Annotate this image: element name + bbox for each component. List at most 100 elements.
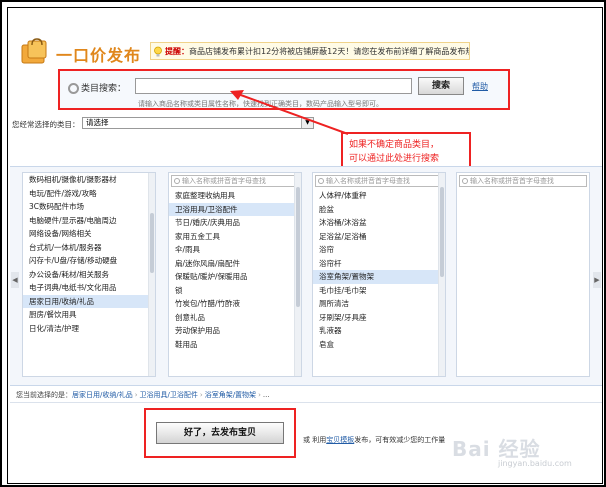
breadcrumb-item[interactable]: 浴室角架/置物架	[205, 391, 256, 399]
category-panel-level-3: 输入名称或拼音首字母查找 人体秤/体重秤▸脸盆▸沐浴桶/沐浴盆▸足浴盆/足浴桶▸…	[312, 172, 446, 377]
category-item-label: 创意礼品	[175, 312, 205, 322]
search-hint: 请输入商品名称或类目属性名称，快速找到正确类目，数码产品输入型号即可。	[138, 100, 383, 108]
category-item[interactable]: 浴帘▸	[313, 243, 445, 257]
category-item[interactable]: 浴室角架/置物架▸	[313, 270, 445, 284]
category-item-label: 办公设备/耗材/相关服务	[29, 269, 110, 279]
category-item-label: 电子词典/电纸书/文化用品	[29, 283, 117, 292]
category-item-label: 浴帘	[319, 245, 334, 254]
reminder-box: 提醒：商品店铺发布累计扣12分将被店铺屏蔽12天！请您在发布前详细了解商品发布规…	[150, 42, 470, 60]
category-search-bar: 类目搜索： 搜索 帮助 请输入商品名称或类目属性名称，快速找到正确类目，数码产品…	[58, 69, 510, 110]
category-filter-input[interactable]: 输入名称或拼音首字母查找	[459, 175, 587, 187]
category-item-label: 劳动保护用品	[175, 326, 220, 335]
watermark-text: Bai 经验	[452, 437, 541, 461]
scrollbar[interactable]	[294, 173, 301, 376]
scroll-left-arrow-icon[interactable]: ◀	[11, 272, 19, 288]
category-item[interactable]: 数码相机/摄像机/摄影器材▸	[23, 173, 155, 187]
category-item-label: 家庭整理收纳用具	[175, 191, 235, 200]
category-panel-level-1: 数码相机/摄像机/摄影器材▸电玩/配件/游戏/攻略▸3C数码配件市场▸电脑硬件/…	[22, 172, 156, 377]
template-note: 或 利用宝贝模板发布，可有效减少您的工作量	[303, 436, 446, 444]
category-search-input[interactable]	[135, 78, 412, 94]
annotation-line-2: 可以通过此处进行搜索	[349, 154, 440, 164]
category-item[interactable]: 厨房/餐饮用具▸	[23, 308, 155, 322]
category-item-label: 竹炭包/竹醋/竹酢液	[175, 299, 241, 308]
category-item[interactable]: 节日/婚庆/庆典用品▸	[169, 216, 301, 230]
category-item-label: 卫浴用具/卫浴配件	[175, 204, 238, 214]
category-item[interactable]: 电脑硬件/显示器/电脑周边▸	[23, 214, 155, 228]
publish-item-button[interactable]: 好了，去发布宝贝	[156, 422, 284, 444]
category-item[interactable]: 厕所清洁▸	[313, 297, 445, 311]
category-item[interactable]: 鞋用品▸	[169, 338, 301, 352]
category-filter-input[interactable]: 输入名称或拼音首字母查找	[315, 175, 443, 187]
category-item[interactable]: 居家日用/收纳/礼品▸	[23, 294, 155, 308]
scrollbar[interactable]	[438, 173, 445, 376]
category-item-label: 浴室角架/置物架	[319, 272, 375, 281]
category-item[interactable]: 浴帘杆▸	[313, 257, 445, 271]
category-item[interactable]: 锁▸	[169, 284, 301, 298]
category-item[interactable]: 沐浴桶/沐浴盆▸	[313, 216, 445, 230]
category-item[interactable]: 电玩/配件/游戏/攻略▸	[23, 187, 155, 201]
category-item-label: 居家日用/收纳/礼品	[29, 296, 95, 306]
category-item[interactable]: 扇/迷你风扇/扇配件▸	[169, 257, 301, 271]
category-item[interactable]: 台式机/一体机/服务器▸	[23, 241, 155, 255]
watermark-sub: jingyan.baidu.com	[498, 459, 572, 468]
category-item-label: 家用五金工具	[175, 231, 220, 241]
breadcrumb-separator: ›	[258, 391, 261, 399]
chevron-down-icon: ▼	[301, 118, 313, 128]
watermark: Bai 经验 jingyan.baidu.com	[448, 433, 598, 478]
category-filter-input[interactable]: 输入名称或拼音首字母查找	[171, 175, 299, 187]
category-item[interactable]: 网络设备/网络相关▸	[23, 227, 155, 241]
search-button[interactable]: 搜索	[418, 77, 464, 95]
category-item[interactable]: 毛巾挂/毛巾架▸	[313, 284, 445, 298]
category-item[interactable]: 日化/清洁/护理▸	[23, 322, 155, 336]
category-item[interactable]: 办公设备/耗材/相关服务▸	[23, 268, 155, 282]
category-panel-level-2: 输入名称或拼音首字母查找 家庭整理收纳用具▸卫浴用具/卫浴配件▸节日/婚庆/庆典…	[168, 172, 302, 377]
category-item[interactable]: 皂盒▸	[313, 338, 445, 352]
category-item-label: 浴帘杆	[319, 258, 342, 268]
category-item-label: 锁	[175, 285, 183, 295]
category-item[interactable]: 人体秤/体重秤▸	[313, 189, 445, 203]
category-item[interactable]: 闪存卡/U盘/存储/移动硬盘▸	[23, 254, 155, 268]
help-link[interactable]: 帮助	[472, 81, 488, 92]
category-panel-level-4: 输入名称或拼音首字母查找	[456, 172, 590, 377]
divider	[10, 402, 602, 403]
category-item[interactable]: 卫浴用具/卫浴配件▸	[169, 202, 301, 216]
category-item-label: 足浴盆/足浴桶	[319, 231, 367, 241]
breadcrumb-more: ...	[262, 391, 270, 399]
category-item-label: 沐浴桶/沐浴盆	[319, 218, 367, 227]
category-item[interactable]: 3C数码配件市场▸	[23, 200, 155, 214]
category-item-label: 厨房/餐饮用具	[29, 310, 77, 319]
category-item[interactable]: 乳液器▸	[313, 324, 445, 338]
category-item-label: 电玩/配件/游戏/攻略	[29, 188, 97, 198]
frequent-category-select[interactable]: 请选择 ▼	[82, 117, 314, 129]
category-list-level-1: 数码相机/摄像机/摄影器材▸电玩/配件/游戏/攻略▸3C数码配件市场▸电脑硬件/…	[23, 173, 155, 335]
breadcrumb-item[interactable]: 卫浴用具/卫浴配件	[140, 391, 198, 399]
category-item[interactable]: 竹炭包/竹醋/竹酢液▸	[169, 297, 301, 311]
annotation-callout: 如果不确定商品类目， 可以通过此处进行搜索	[341, 132, 471, 170]
category-item[interactable]: 伞/雨具▸	[169, 243, 301, 257]
page-title: 一口价发布	[56, 46, 142, 65]
reminder-label: 提醒：	[165, 47, 189, 56]
category-item-label: 节日/婚庆/庆典用品	[175, 218, 241, 227]
category-item[interactable]: 足浴盆/足浴桶▸	[313, 230, 445, 244]
category-item[interactable]: 家用五金工具▸	[169, 230, 301, 244]
template-link[interactable]: 宝贝模板	[326, 436, 354, 444]
publish-highlight: 好了，去发布宝贝	[144, 408, 296, 458]
category-item[interactable]: 保暖贴/暖炉/保暖用品▸	[169, 270, 301, 284]
breadcrumb-separator: ›	[199, 391, 203, 399]
search-icon	[318, 178, 324, 184]
category-item[interactable]: 脸盆▸	[313, 203, 445, 217]
category-item-label: 毛巾挂/毛巾架	[319, 285, 367, 295]
breadcrumb-separator: ›	[134, 391, 138, 399]
category-item-label: 伞/雨具	[175, 245, 201, 254]
breadcrumb-item[interactable]: 居家日用/收纳/礼品	[72, 391, 133, 399]
category-item[interactable]: 牙刷架/牙具座▸	[313, 311, 445, 325]
breadcrumb: 您当前选择的是：居家日用/收纳/礼品 › 卫浴用具/卫浴配件 › 浴室角架/置物架 ›..…	[16, 390, 270, 400]
scroll-right-arrow-icon[interactable]: ▶	[593, 272, 601, 288]
category-item[interactable]: 家庭整理收纳用具▸	[169, 189, 301, 203]
scrollbar[interactable]	[148, 173, 155, 376]
category-item[interactable]: 劳动保护用品▸	[169, 324, 301, 338]
category-item-label: 3C数码配件市场	[29, 202, 85, 211]
category-item[interactable]: 创意礼品▸	[169, 311, 301, 325]
category-item[interactable]: 电子词典/电纸书/文化用品▸	[23, 281, 155, 295]
reminder-text: 商品店铺发布累计扣12分将被店铺屏蔽12天！请您在发布前详细了解商品发布规则。	[189, 47, 470, 56]
